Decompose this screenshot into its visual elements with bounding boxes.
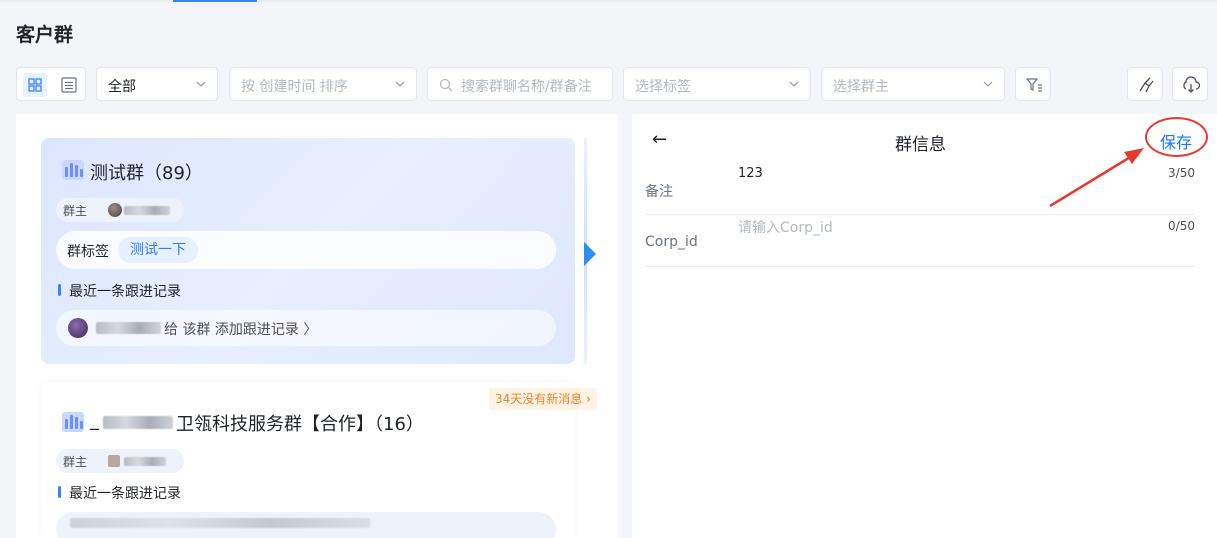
inactive-badge[interactable]: 34天没有新消息 ›: [489, 388, 597, 410]
tag-select[interactable]: 选择标签: [623, 67, 811, 101]
group-card-selected[interactable]: 测试群（89） 群主 群标签 测试一下 最近一条跟进记录 给 该群 添加跟进记录…: [41, 138, 575, 364]
grid-view-button[interactable]: [23, 73, 47, 97]
grid-icon: [28, 78, 42, 92]
owner-avatar: [108, 455, 120, 467]
annotation-circle: [1145, 117, 1208, 157]
group-icon: [62, 160, 84, 180]
follow-record[interactable]: 给 该群 添加跟进记录 〉: [56, 310, 556, 346]
owner-label: 群主: [63, 204, 88, 218]
brush-icon: [1139, 77, 1154, 93]
owner-select-placeholder: 选择群主: [833, 79, 889, 95]
section-marker: [58, 284, 61, 296]
cloud-download-icon: [1183, 76, 1201, 93]
owner-name-redacted: [124, 457, 166, 466]
active-tab-indicator: [173, 0, 257, 2]
search-placeholder: 搜索群聊名称/群备注: [461, 79, 592, 95]
divider: [645, 266, 1195, 267]
remark-label: 备注: [645, 184, 673, 200]
advanced-filter-button[interactable]: [1015, 67, 1051, 101]
annotation-arrow: [1049, 148, 1144, 208]
owner-pill: 群主: [56, 449, 184, 473]
owner-select[interactable]: 选择群主: [821, 67, 1005, 101]
search-input[interactable]: 搜索群聊名称/群备注: [427, 67, 613, 101]
remark-counter: 3/50: [1168, 166, 1195, 180]
follow-record-text: 给 该群 添加跟进记录 〉: [164, 322, 318, 338]
filter-select[interactable]: 全部: [96, 67, 218, 101]
view-toggle: [16, 67, 86, 101]
corp-id-input[interactable]: 请输入Corp_id: [738, 217, 833, 237]
group-tag-chip[interactable]: 测试一下: [118, 237, 198, 263]
group-tag-row: 群标签 测试一下: [56, 231, 556, 269]
group-name: 测试群（89）: [90, 163, 203, 184]
sort-select[interactable]: 按 创建时间 排序: [229, 67, 417, 101]
page-title: 客户群: [16, 24, 74, 46]
recent-follow-label: 最近一条跟进记录: [69, 486, 181, 502]
group-list-panel: 测试群（89） 群主 群标签 测试一下 最近一条跟进记录 给 该群 添加跟进记录…: [16, 114, 618, 538]
owner-pill: 群主: [56, 198, 184, 222]
tag-select-placeholder: 选择标签: [635, 79, 691, 95]
chevron-down-icon: [789, 81, 799, 87]
chevron-down-icon: [395, 81, 405, 87]
owner-avatar: [108, 203, 122, 217]
list-view-button[interactable]: [57, 73, 81, 97]
group-card[interactable]: 34天没有新消息 › _ 卫瓴科技服务群【合作】（16） 群主 最近一条跟进记录: [41, 382, 597, 538]
search-icon: [439, 78, 453, 92]
recent-follow-label: 最近一条跟进记录: [69, 284, 181, 300]
sweep-button[interactable]: [1127, 67, 1163, 101]
group-name: 卫瓴科技服务群【合作】（16）: [176, 414, 424, 435]
section-marker: [58, 486, 61, 498]
download-button[interactable]: [1172, 67, 1208, 101]
chevron-down-icon: [983, 81, 993, 87]
group-icon: [62, 412, 84, 432]
user-name-redacted: [96, 322, 161, 334]
corp-id-label: Corp_id: [645, 234, 698, 250]
selection-pointer: [584, 242, 596, 266]
filter-icon: [1025, 78, 1042, 92]
divider: [645, 214, 1195, 215]
owner-label: 群主: [63, 455, 88, 469]
corp-id-counter: 0/50: [1168, 219, 1195, 233]
filter-select-value: 全部: [108, 79, 136, 95]
follow-record[interactable]: [56, 512, 556, 538]
group-tag-label: 群标签: [67, 244, 109, 260]
sort-select-placeholder: 按 创建时间 排序: [241, 79, 348, 95]
chevron-down-icon: [196, 81, 206, 87]
user-avatar: [68, 318, 88, 338]
group-name-redacted: [103, 416, 173, 429]
owner-name-redacted: [124, 206, 170, 215]
top-tab-strip: [0, 0, 1217, 2]
list-icon: [61, 77, 77, 93]
group-name-prefix: _: [90, 410, 99, 431]
follow-record-redacted: [70, 518, 370, 528]
remark-input[interactable]: 123: [738, 166, 763, 181]
